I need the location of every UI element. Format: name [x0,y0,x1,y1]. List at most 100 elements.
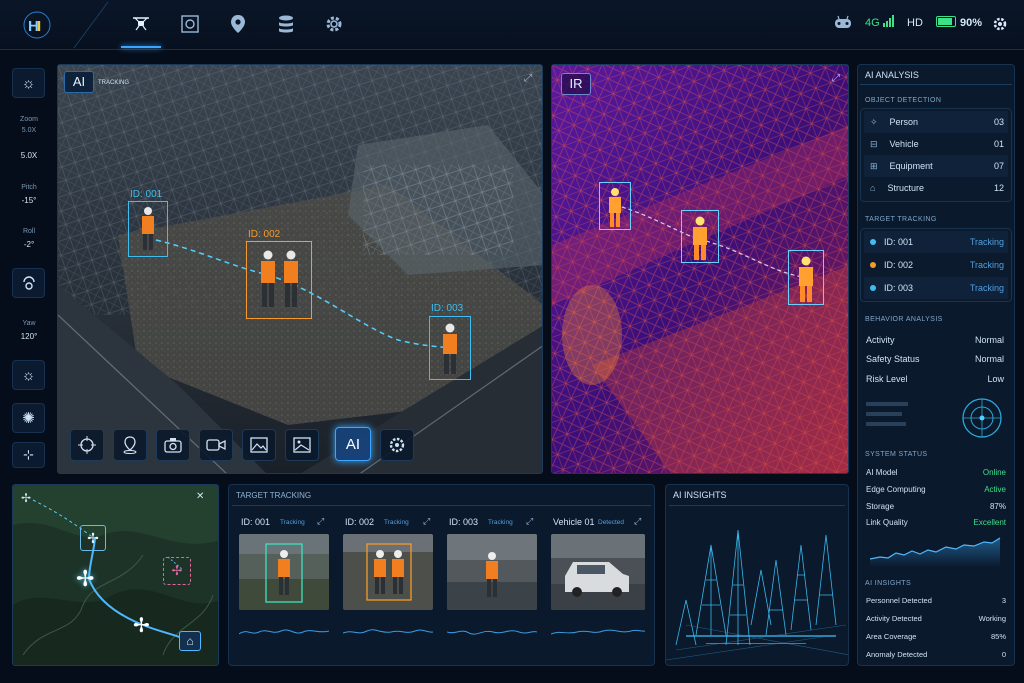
behavior-title: BEHAVIOR ANALYSIS [865,316,943,323]
brightness-button[interactable]: ☼ [12,68,45,98]
expand-icon[interactable]: ⤢ [423,516,430,527]
card-001-id: ID: 001 [241,517,271,527]
insight-row-activity: Activity Detected Working [866,614,1006,623]
ir-camera-view[interactable]: IR ⤢ [551,64,849,474]
target-box-002[interactable] [246,241,312,319]
ai-camera-view[interactable]: AI TRACKING ⤢ ID: 001 ID: 002 ID: 003 AI [57,64,543,474]
gimbal-icon [22,276,35,290]
target-lock-button[interactable] [70,429,104,461]
card-vehicle-thumbnail[interactable] [551,534,645,610]
analysis-title: AI ANALYSIS [865,70,919,80]
video-quality: HD [907,17,923,29]
nav-camera-target[interactable] [178,12,202,36]
target-box-003[interactable] [429,316,471,380]
settings-icon[interactable] [992,16,1008,37]
roll-value: -2° [23,240,35,249]
behavior-row-risk: Risk Level Low [866,374,1004,384]
card-003-waveform [447,630,537,635]
card-001-status: Tracking [280,519,305,526]
ir-target-003[interactable] [788,250,824,305]
drone-marker-icon[interactable]: ✢ [80,525,106,551]
crosshair-button[interactable]: ⊹ [12,442,45,468]
settings-button[interactable] [380,429,414,461]
wireframe-towers [666,529,848,661]
expand-icon[interactable]: ⤢ [634,516,641,527]
card-002-thumbnail[interactable] [343,534,433,610]
mini-map[interactable]: ✢ ✢ ✢ ✢ ⌂ ✢ ✕ [12,484,219,666]
divider [669,505,845,506]
controller-icon [834,15,852,36]
target-label-003: ID: 003 [431,303,464,314]
system-row-link: Link Quality Excellent [866,518,1006,527]
tracking-row-001[interactable]: ID: 001 Tracking [864,231,1008,253]
gear-icon [326,16,342,32]
card-vehicle-status: Detected [598,519,625,526]
tracking-row-003[interactable]: ID: 003 Tracking [864,277,1008,299]
ai-insights-panel [665,484,849,666]
pitch-value: -15° [21,196,37,205]
signal-bars-icon [883,15,894,27]
tracking-status: TRACKING [98,80,130,86]
system-row-storage: Storage 87% [866,502,1006,511]
insights-panel-title: AI INSIGHTS [673,490,727,500]
expand-icon[interactable]: ⤢ [526,516,533,527]
target-label-002: ID: 002 [248,229,281,240]
home-icon[interactable]: ⌂ [179,631,201,651]
crosshair-icon [78,436,96,454]
divider [232,505,651,506]
sun-icon: ✺ [22,410,35,427]
insight-row-anomaly: Anomaly Detected 0 [866,650,1006,659]
ir-target-001[interactable] [599,182,631,230]
card-003-thumbnail[interactable] [447,534,537,610]
battery-percent: 90% [960,17,983,29]
insight-row-coverage: Area Coverage 85% [866,632,1006,641]
insight-row-personnel: Personnel Detected 3 [866,596,1006,605]
blurred-metrics-graphic [866,402,908,426]
object-row-equipment[interactable]: ⊞ Equipment 07 [864,155,1008,177]
waypoint-button[interactable] [113,429,147,461]
database-icon [279,15,293,33]
nav-settings[interactable] [322,12,346,36]
nav-location[interactable] [226,12,250,36]
status-dot [870,285,876,291]
target-camera-icon [181,15,199,33]
tracking-row-002[interactable]: ID: 002 Tracking [864,254,1008,276]
photo-button[interactable] [156,429,190,461]
waypoint-drone-icon[interactable]: ✢ [133,613,150,638]
exposure-button[interactable]: ☼ [12,360,45,390]
focus-button[interactable]: ✺ [12,403,45,433]
target-box-001[interactable] [128,201,168,257]
object-row-person[interactable]: ✧ Person 03 [864,111,1008,133]
video-record-button[interactable] [199,429,233,461]
drone-icon: ✢ [21,491,32,505]
expand-icon[interactable]: ⤢ [524,73,532,84]
target-label-001: ID: 001 [130,189,163,200]
zoom-sub: 5.0X [21,127,37,134]
gallery-icon [250,437,268,453]
card-002-waveform [343,629,433,634]
app-logo: H I [22,10,52,40]
card-003-status: Tracking [488,519,513,526]
link-quality-sparkline [870,537,1001,567]
card-002-status: Tracking [384,519,409,526]
object-row-structure[interactable]: ⌂ Structure 12 [864,177,1008,199]
battery-icon [936,16,956,27]
zoom-value: 5.0X [20,151,38,160]
nav-drone-icon[interactable] [121,12,161,48]
object-row-vehicle[interactable]: ⊟ Vehicle 01 [864,133,1008,155]
nav-database[interactable] [274,12,298,36]
location-pin-icon [231,15,245,33]
expand-icon[interactable]: ⤢ [832,73,840,84]
ai-mode-button[interactable]: AI [335,427,371,461]
expand-icon[interactable]: ⤢ [317,516,324,527]
image-button[interactable] [285,429,319,461]
camera-icon [164,438,182,453]
target-area-icon[interactable]: ✢ [163,557,191,585]
ir-target-002[interactable] [681,210,719,263]
svg-text:I: I [37,18,41,35]
gallery-button[interactable] [242,429,276,461]
drone-position-icon[interactable]: ✢ [76,566,94,592]
card-001-thumbnail[interactable] [239,534,329,610]
yaw-value: 120° [20,332,38,341]
gimbal-button[interactable] [12,268,45,298]
